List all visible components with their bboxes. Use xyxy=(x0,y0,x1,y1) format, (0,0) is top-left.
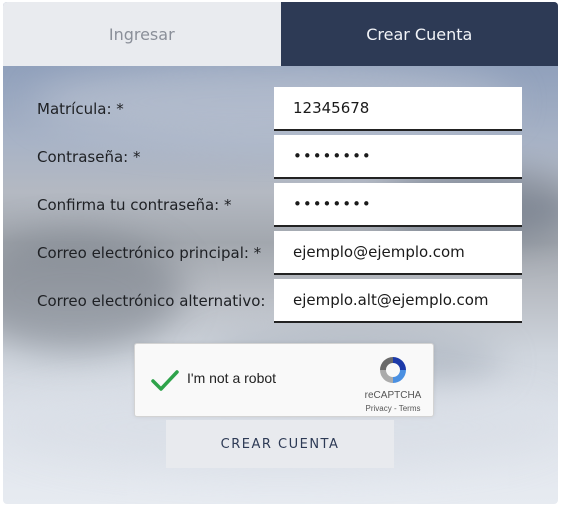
page-frame: Ingresar Crear Cuenta Matrícula: * Contr… xyxy=(0,0,562,510)
checkmark-icon[interactable] xyxy=(149,364,181,396)
password-label: Contraseña: * xyxy=(37,148,141,166)
form-row-matricula: Matrícula: * xyxy=(3,87,558,131)
terms-link[interactable]: Terms xyxy=(399,404,421,413)
recaptcha-brand: reCAPTCHA xyxy=(364,390,422,401)
password-input[interactable] xyxy=(274,135,522,179)
matricula-label: Matrícula: * xyxy=(37,100,124,118)
alternate-email-input[interactable] xyxy=(274,279,522,323)
auth-tabs: Ingresar Crear Cuenta xyxy=(3,2,558,66)
tab-login[interactable]: Ingresar xyxy=(3,2,281,66)
alternate-email-label: Correo electrónico alternativo: xyxy=(37,292,266,310)
primary-email-label: Correo electrónico principal: * xyxy=(37,244,262,262)
form-row-primary-email: Correo electrónico principal: * xyxy=(3,231,558,275)
form-row-alternate-email: Correo electrónico alternativo: xyxy=(3,279,558,323)
matricula-input[interactable] xyxy=(274,87,522,131)
primary-email-input[interactable] xyxy=(274,231,522,275)
form-row-password: Contraseña: * xyxy=(3,135,558,179)
links-separator: - xyxy=(391,404,399,413)
tab-create-account[interactable]: Crear Cuenta xyxy=(280,2,558,66)
form-row-confirm-password: Confirma tu contraseña: * xyxy=(3,183,558,227)
recaptcha-links: Privacy - Terms xyxy=(357,404,429,413)
recaptcha-logo-icon xyxy=(380,357,406,383)
confirm-password-label: Confirma tu contraseña: * xyxy=(37,196,232,214)
confirm-password-input[interactable] xyxy=(274,183,522,227)
privacy-link[interactable]: Privacy xyxy=(366,404,392,413)
registration-panel: Ingresar Crear Cuenta Matrícula: * Contr… xyxy=(3,2,558,504)
create-account-button[interactable]: CREAR CUENTA xyxy=(166,420,394,468)
captcha-label: I'm not a robot xyxy=(187,370,277,386)
recaptcha-widget: I'm not a robot reCAPTCHA Privacy - Term… xyxy=(134,343,434,417)
